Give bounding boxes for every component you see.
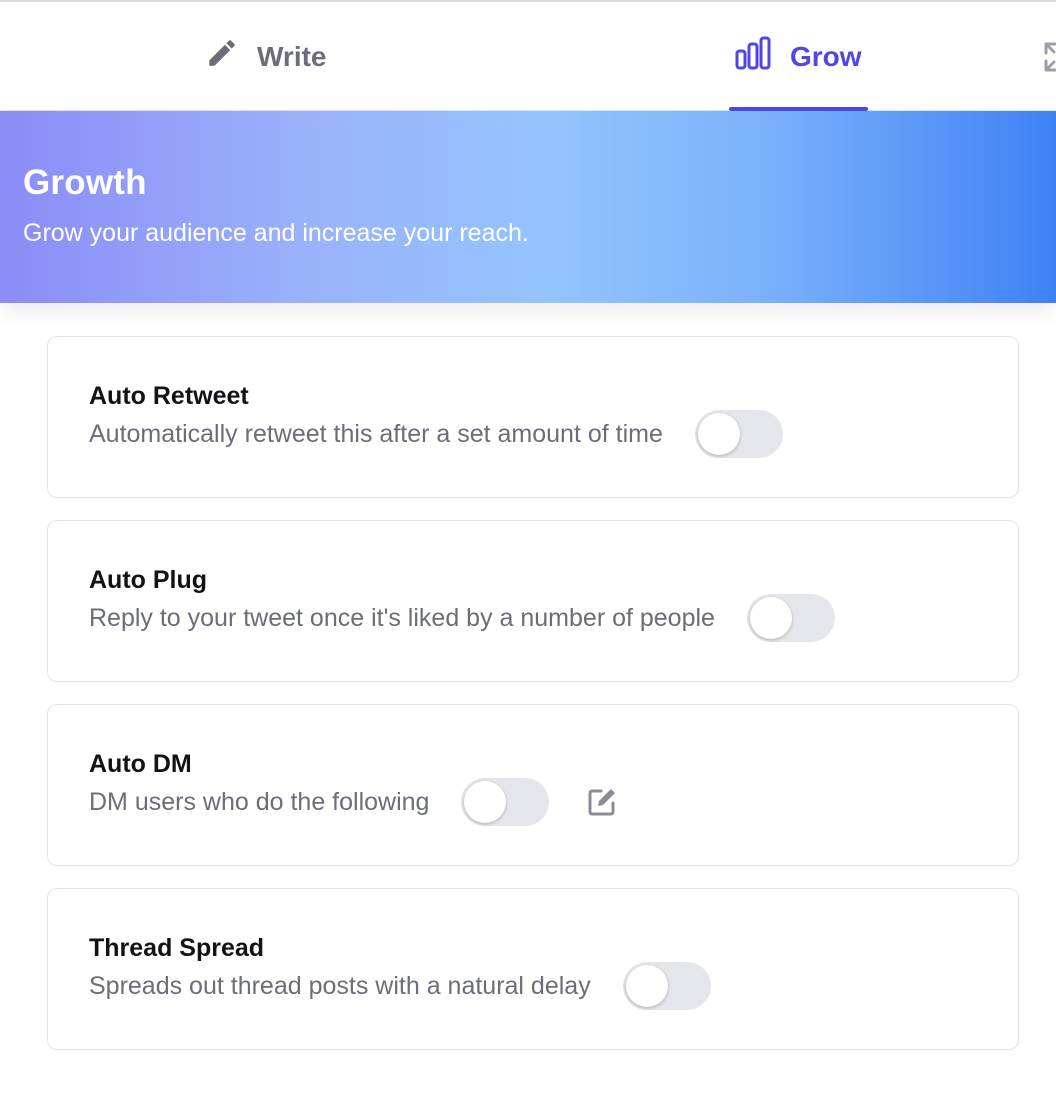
feature-description: Automatically retweet this after a set a…	[89, 419, 663, 448]
feature-title: Auto Retweet	[89, 382, 249, 410]
tab-grow-label: Grow	[790, 40, 862, 72]
auto-dm-toggle[interactable]	[461, 778, 550, 826]
feature-title: Auto DM	[89, 750, 192, 778]
growth-header: Growth Grow your audience and increase y…	[0, 111, 1056, 303]
toggle-knob	[464, 781, 507, 823]
feature-description: Spreads out thread posts with a natural …	[89, 971, 591, 1000]
tab-grow[interactable]: Grow	[734, 2, 862, 111]
page-title: Growth	[23, 163, 147, 202]
toggle-knob	[625, 965, 668, 1007]
page-subtitle: Grow your audience and increase your rea…	[23, 219, 529, 247]
auto-retweet-toggle[interactable]	[694, 410, 783, 458]
growth-panel: Write Grow Growth Grow your audience and…	[0, 0, 1056, 1117]
edit-icon[interactable]	[585, 785, 619, 819]
feature-row: Spreads out thread posts with a natural …	[89, 961, 711, 1011]
feature-card-auto-dm: Auto DM DM users who do the following	[47, 704, 1019, 866]
feature-card-auto-retweet: Auto Retweet Automatically retweet this …	[47, 336, 1019, 498]
feature-description: Reply to your tweet once it's liked by a…	[89, 603, 715, 632]
tab-bar: Write Grow	[0, 0, 1056, 111]
pencil-icon	[205, 36, 239, 77]
feature-title: Thread Spread	[89, 934, 265, 962]
tab-write-label: Write	[257, 40, 327, 72]
toggle-knob	[749, 597, 792, 639]
feature-title: Auto Plug	[89, 566, 208, 594]
feature-row: Automatically retweet this after a set a…	[89, 409, 783, 459]
feature-description: DM users who do the following	[89, 787, 430, 816]
feature-row: Reply to your tweet once it's liked by a…	[89, 593, 835, 643]
feature-card-thread-spread: Thread Spread Spreads out thread posts w…	[47, 888, 1019, 1050]
thread-spread-toggle[interactable]	[622, 962, 711, 1010]
feature-row: DM users who do the following	[89, 777, 619, 827]
tab-write[interactable]: Write	[205, 2, 327, 111]
auto-plug-toggle[interactable]	[746, 594, 835, 642]
feature-card-auto-plug: Auto Plug Reply to your tweet once it's …	[47, 520, 1019, 682]
bar-chart-icon	[734, 35, 772, 78]
expand-icon[interactable]	[1040, 40, 1056, 74]
toggle-knob	[697, 413, 740, 455]
